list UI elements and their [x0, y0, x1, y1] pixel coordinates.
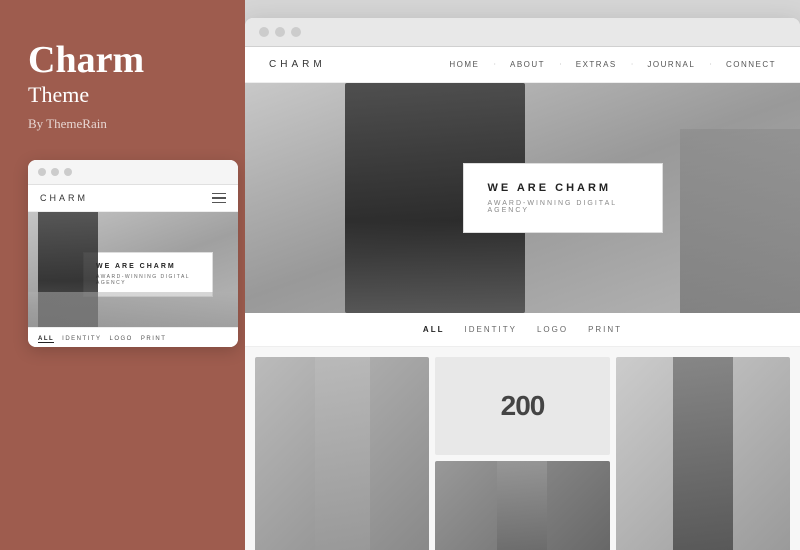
grid-item-dark-portrait	[616, 357, 790, 550]
desktop-filter-logo[interactable]: LOGO	[537, 325, 568, 334]
mobile-filter-print[interactable]: PRINT	[141, 336, 167, 343]
desktop-hero-title: WE ARE CHARM	[488, 182, 638, 194]
hamburger-icon[interactable]	[212, 193, 226, 204]
desktop-nav-journal[interactable]: JOURNAL	[647, 60, 695, 69]
desktop-nav-links: HOME · ABOUT · EXTRAS · JOURNAL · CONNEC…	[449, 60, 776, 69]
dot-2	[51, 168, 59, 176]
theme-subtitle: Theme	[28, 82, 89, 108]
desktop-nav-about[interactable]: ABOUT	[510, 60, 545, 69]
hamburger-line-2	[212, 197, 226, 199]
dot-3	[64, 168, 72, 176]
desktop-dot-1	[259, 27, 269, 37]
desktop-nav-extras[interactable]: EXTRAS	[576, 60, 617, 69]
desktop-hero-box: WE ARE CHARM AWARD-WINNING DIGITAL AGENC…	[463, 163, 663, 233]
mobile-hero-title: WE ARE CHARM	[96, 263, 200, 270]
dot-1	[38, 168, 46, 176]
mobile-preview-card: CHARM WE ARE CHARM AWARD-WINNING DIGITAL…	[28, 160, 238, 348]
mobile-titlebar	[28, 160, 238, 185]
mobile-filter-identity[interactable]: IDENTITY	[62, 336, 101, 343]
desktop-hero-sub: AWARD-WINNING DIGITAL AGENCY	[488, 200, 638, 214]
hamburger-line-1	[212, 193, 226, 195]
theme-author: By ThemeRain	[28, 116, 107, 132]
grid-item-portrait-small	[435, 461, 609, 550]
mobile-logo: CHARM	[40, 193, 88, 203]
mobile-filter-row: ALL IDENTITY LOGO PRINT	[28, 327, 238, 347]
desktop-grid: 200	[245, 347, 800, 550]
grid-col-3	[616, 357, 790, 550]
desktop-logo: CHARM	[269, 59, 326, 70]
desktop-nav-home[interactable]: HOME	[449, 60, 479, 69]
mobile-nav: CHARM	[28, 185, 238, 213]
mobile-figure-bottom	[28, 292, 238, 327]
sep-3: ·	[631, 60, 634, 69]
desktop-filter-all[interactable]: ALL	[423, 325, 445, 334]
mobile-hero: WE ARE CHARM AWARD-WINNING DIGITAL AGENC…	[28, 212, 238, 327]
desktop-hero: WE ARE CHARM AWARD-WINNING DIGITAL AGENC…	[245, 83, 800, 313]
mobile-hero-sub: AWARD-WINNING DIGITAL AGENCY	[96, 274, 200, 286]
desktop-titlebar	[245, 18, 800, 47]
desktop-hero-figure2	[680, 129, 800, 313]
mobile-filter-logo[interactable]: LOGO	[110, 336, 133, 343]
desktop-nav: CHARM HOME · ABOUT · EXTRAS · JOURNAL · …	[245, 47, 800, 83]
desktop-dot-3	[291, 27, 301, 37]
desktop-nav-connect[interactable]: CONNECT	[726, 60, 776, 69]
grid-number: 200	[501, 390, 545, 422]
sep-1: ·	[493, 60, 496, 69]
desktop-preview-card: CHARM HOME · ABOUT · EXTRAS · JOURNAL · …	[245, 18, 800, 550]
grid-col-2: 200	[435, 357, 609, 550]
hamburger-line-3	[212, 202, 226, 204]
mobile-hero-box: WE ARE CHARM AWARD-WINNING DIGITAL AGENC…	[83, 252, 213, 297]
grid-figure-1	[315, 357, 370, 550]
grid-item-number: 200	[435, 357, 609, 455]
desktop-dot-2	[275, 27, 285, 37]
theme-title: Charm	[28, 40, 144, 82]
sep-2: ·	[559, 60, 562, 69]
desktop-filter-print[interactable]: PRINT	[588, 325, 622, 334]
grid-figure-4	[497, 461, 547, 550]
desktop-filter-identity[interactable]: IDENTITY	[464, 325, 516, 334]
grid-item-face	[255, 357, 429, 550]
left-panel: Charm Theme By ThemeRain CHARM WE ARE CH…	[0, 0, 245, 550]
mobile-card-inner: CHARM WE ARE CHARM AWARD-WINNING DIGITAL…	[28, 185, 238, 348]
desktop-filter-row: ALL IDENTITY LOGO PRINT	[245, 313, 800, 347]
grid-figure-5	[673, 357, 733, 550]
desktop-portfolio: ALL IDENTITY LOGO PRINT 200	[245, 313, 800, 550]
sep-4: ·	[709, 60, 712, 69]
desktop-content: CHARM HOME · ABOUT · EXTRAS · JOURNAL · …	[245, 47, 800, 550]
grid-col-1	[255, 357, 429, 550]
right-panel: CHARM HOME · ABOUT · EXTRAS · JOURNAL · …	[245, 0, 800, 550]
mobile-filter-all[interactable]: ALL	[38, 336, 54, 343]
